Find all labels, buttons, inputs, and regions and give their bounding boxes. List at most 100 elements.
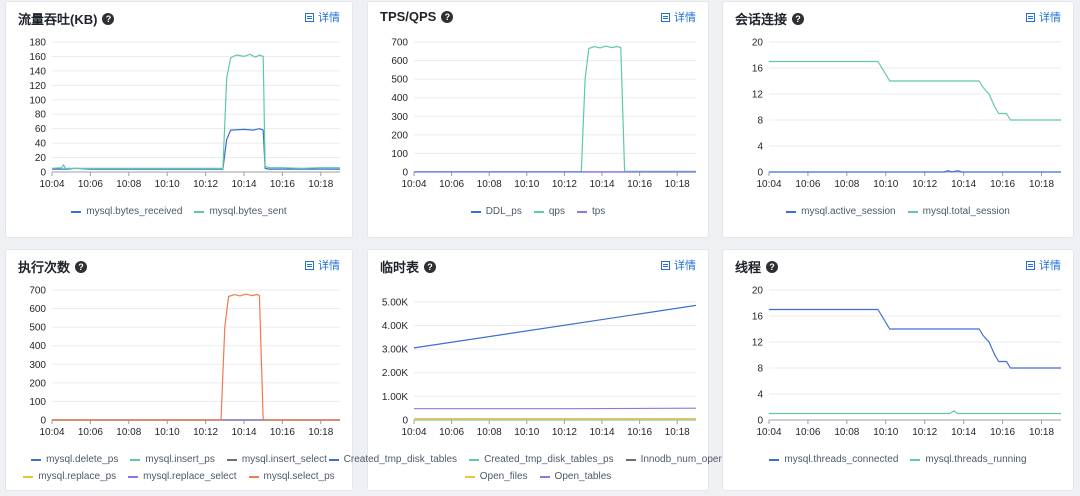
legend-item[interactable]: mysql.total_session — [907, 206, 1010, 217]
legend-item[interactable]: mysql.bytes_received — [71, 206, 182, 217]
y-tick-label: 400 — [391, 93, 408, 104]
y-tick-label: 16 — [752, 312, 764, 323]
y-tick-label: 20 — [752, 38, 764, 49]
legend-swatch — [130, 458, 141, 461]
legend-item[interactable]: Open_files — [464, 471, 528, 482]
legend-swatch — [539, 475, 550, 478]
legend-swatch — [128, 475, 139, 478]
legend-label: Open_files — [479, 471, 528, 482]
y-tick-label: 8 — [757, 364, 763, 375]
legend-item[interactable]: mysql.bytes_sent — [194, 206, 287, 217]
legend: Created_tmp_disk_tables Created_tmp_disk_… — [328, 451, 747, 485]
legend-item[interactable]: Created_tmp_disk_tables_ps — [469, 454, 614, 465]
legend-item[interactable]: mysql.select_ps — [248, 471, 335, 482]
y-tick-label: 300 — [391, 112, 408, 123]
x-tick-label: 10:16 — [990, 179, 1015, 190]
legend-label: mysql.active_session — [801, 206, 896, 217]
x-tick-label: 10:12 — [193, 179, 218, 190]
legend: mysql.bytes_received mysql.bytes_sent — [6, 203, 352, 220]
legend-item[interactable]: mysql.replace_select — [128, 471, 237, 482]
y-tick-label: 1.00K — [382, 392, 408, 403]
legend-swatch — [786, 210, 797, 213]
y-tick-label: 4.00K — [382, 321, 408, 332]
y-tick-label: 300 — [29, 360, 46, 371]
x-tick-label: 10:12 — [912, 179, 937, 190]
y-tick-label: 12 — [752, 338, 764, 349]
y-tick-label: 100 — [29, 397, 46, 408]
legend-label: mysql.bytes_sent — [209, 206, 287, 217]
x-tick-label: 10:04 — [401, 179, 426, 190]
x-tick-label: 10:08 — [834, 179, 859, 190]
legend-label: Open_tables — [554, 471, 612, 482]
y-tick-label: 600 — [29, 304, 46, 315]
x-tick-label: 10:12 — [912, 427, 937, 438]
x-tick-label: 10:18 — [1029, 179, 1054, 190]
x-tick-label: 10:04 — [39, 427, 64, 438]
legend: mysql.active_session mysql.total_session — [723, 203, 1073, 220]
y-tick-label: 0 — [40, 416, 46, 427]
x-tick-label: 10:16 — [627, 427, 652, 438]
y-tick-label: 100 — [391, 149, 408, 160]
x-tick-label: 10:18 — [308, 179, 333, 190]
legend-label: mysql.replace_ps — [38, 471, 117, 482]
legend-item[interactable]: tps — [576, 206, 605, 217]
legend-swatch — [194, 210, 205, 213]
legend-label: mysql.threads_connected — [784, 454, 899, 465]
y-tick-label: 20 — [35, 153, 47, 164]
x-tick-label: 10:10 — [155, 427, 180, 438]
legend: mysql.threads_connected mysql.threads_run… — [723, 451, 1073, 468]
legend-item[interactable]: DDL_ps — [470, 206, 522, 217]
y-tick-label: 60 — [35, 124, 47, 135]
legend-swatch — [23, 475, 34, 478]
legend-swatch — [533, 210, 544, 213]
series-line-open-tables — [414, 407, 697, 410]
x-tick-label: 10:18 — [665, 427, 690, 438]
legend-label: mysql.delete_ps — [46, 454, 119, 465]
x-tick-label: 10:10 — [873, 179, 898, 190]
legend-item[interactable]: Open_tables — [539, 471, 612, 482]
y-tick-label: 600 — [391, 56, 408, 67]
legend-label: mysql.threads_running — [925, 454, 1027, 465]
legend-swatch — [226, 458, 237, 461]
x-tick-label: 10:18 — [665, 179, 690, 190]
legend-item[interactable]: mysql.threads_running — [910, 454, 1027, 465]
legend-label: Created_tmp_disk_tables — [343, 454, 458, 465]
y-tick-label: 180 — [29, 38, 46, 49]
y-tick-label: 2.00K — [382, 368, 408, 379]
legend-swatch — [31, 458, 42, 461]
legend-swatch — [625, 458, 636, 461]
y-tick-label: 0 — [402, 416, 408, 427]
legend-item[interactable]: mysql.insert_ps — [130, 454, 215, 465]
legend-row: mysql.threads_connected mysql.threads_run… — [723, 451, 1073, 468]
y-tick-label: 0 — [757, 416, 763, 427]
legend-item[interactable]: mysql.threads_connected — [769, 454, 898, 465]
y-tick-label: 5.00K — [382, 297, 408, 308]
legend-label: mysql.insert_ps — [145, 454, 215, 465]
legend-item[interactable]: mysql.delete_ps — [31, 454, 118, 465]
legend-item[interactable]: mysql.insert_select — [226, 454, 327, 465]
series-line-created-tmp-disk-tables — [413, 304, 697, 349]
x-tick-label: 10:14 — [231, 179, 256, 190]
x-tick-label: 10:06 — [439, 427, 464, 438]
series-line-mysql-bytes-received — [52, 128, 340, 170]
panel-threads: 线程? 详情 0 4 8 12 16 20 10:04 10:06 10:08 10:10 10:1… — [722, 249, 1074, 491]
x-tick-label: 10:16 — [270, 427, 295, 438]
legend-swatch — [769, 458, 780, 461]
x-tick-label: 10:16 — [990, 427, 1015, 438]
legend-label: mysql.total_session — [922, 206, 1010, 217]
legend-item[interactable]: Created_tmp_disk_tables — [328, 454, 458, 465]
y-tick-label: 0 — [757, 168, 763, 179]
x-tick-label: 10:12 — [552, 179, 577, 190]
x-tick-label: 10:18 — [308, 427, 333, 438]
y-tick-label: 0 — [40, 168, 46, 179]
legend-item[interactable]: mysql.replace_ps — [23, 471, 116, 482]
x-tick-label: 10:08 — [834, 427, 859, 438]
x-tick-label: 10:10 — [514, 179, 539, 190]
x-tick-label: 10:12 — [193, 427, 218, 438]
y-tick-label: 200 — [391, 130, 408, 141]
legend-label: mysql.select_ps — [263, 471, 335, 482]
legend-item[interactable]: mysql.active_session — [786, 206, 896, 217]
legend-item[interactable]: qps — [533, 206, 565, 217]
y-tick-label: 0 — [402, 168, 408, 179]
y-tick-label: 120 — [29, 81, 46, 92]
